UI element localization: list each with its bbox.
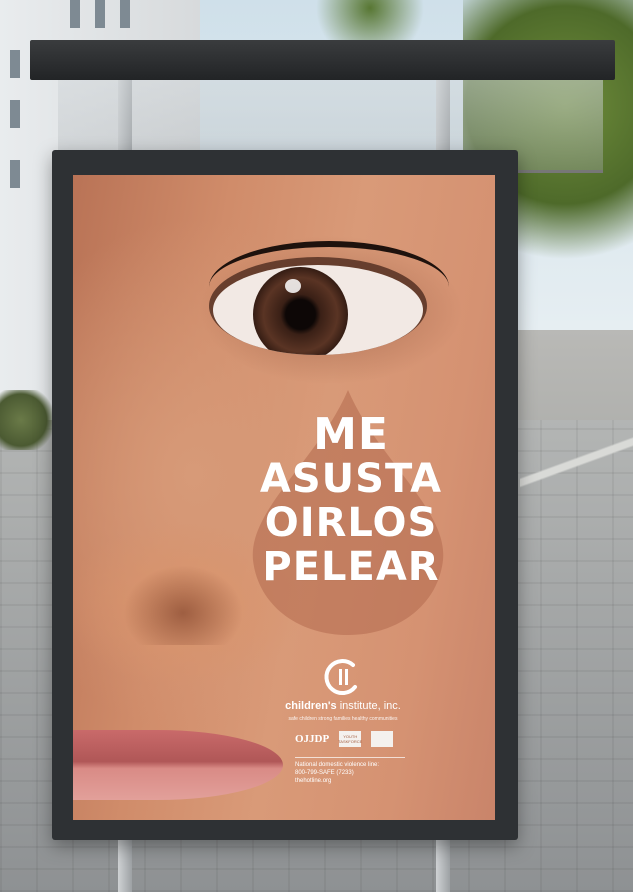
iris <box>253 267 348 355</box>
building-window <box>70 0 80 28</box>
org-name-rest: institute, inc. <box>336 700 401 712</box>
building-window <box>95 0 105 28</box>
ad-poster: ME ASUSTA OIRLOS PELEAR children's insti… <box>73 175 495 820</box>
hedge <box>0 390 52 450</box>
hotline-phone: 800-799-SAFE (7233) <box>295 770 354 776</box>
headline-line-3: OIRLOS <box>264 500 438 546</box>
headline-line-4: PELEAR <box>262 544 440 590</box>
partner-logo-youth: YOUTH TASKFORCE <box>338 731 362 747</box>
bus-stop-scene: ME ASUSTA OIRLOS PELEAR children's insti… <box>0 0 633 892</box>
building-window <box>10 160 20 188</box>
curb <box>520 380 633 540</box>
building-window <box>120 0 130 28</box>
hotline-info: National domestic violence line: 800-799… <box>295 761 435 785</box>
building-window <box>10 50 20 78</box>
eye <box>213 265 423 355</box>
partner-logos: OJJDP YOUTH TASKFORCE <box>295 728 415 750</box>
lips <box>73 730 283 800</box>
shelter-roof <box>30 40 615 80</box>
headline-line-1: ME <box>313 409 389 460</box>
partner-logo-ojjdp: OJJDP <box>295 733 330 745</box>
eye-glint <box>285 279 301 293</box>
divider <box>295 757 405 758</box>
headline-line-2: ASUSTA <box>259 456 443 502</box>
trees <box>300 0 440 40</box>
org-name: children's institute, inc. <box>233 700 453 712</box>
childrens-institute-logo-icon <box>324 659 357 696</box>
building-window <box>10 100 20 128</box>
partner-logo-third <box>371 731 394 747</box>
nose <box>123 565 243 645</box>
org-name-bold: children's <box>285 700 337 712</box>
org-tagline: safe children strong families healthy co… <box>288 716 398 722</box>
headline: ME ASUSTA OIRLOS PELEAR <box>251 409 451 590</box>
hotline-url: thehotline.org <box>295 778 332 784</box>
hotline-label: National domestic violence line: <box>295 762 380 768</box>
